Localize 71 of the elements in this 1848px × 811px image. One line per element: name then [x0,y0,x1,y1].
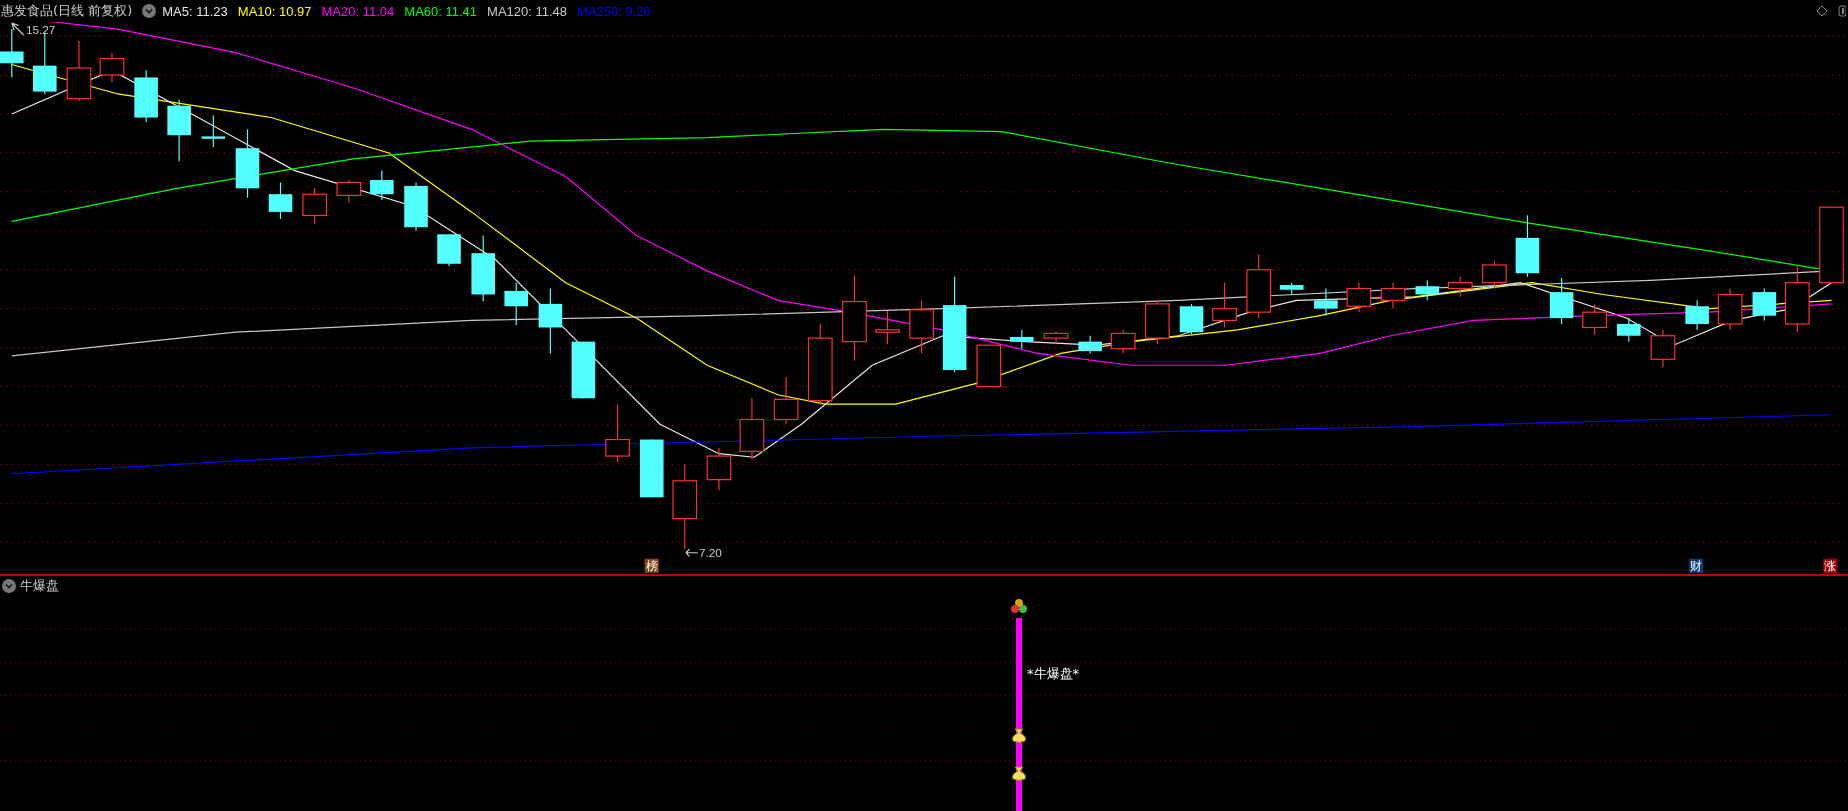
candlestick [571,341,596,399]
low-price-label: 7.20 [685,546,722,560]
event-marker[interactable]: 财 [1688,558,1704,574]
candlestick [167,99,191,162]
stock-title: 惠发食品(日线 前复权) [1,2,133,20]
collapse-icon[interactable] [2,579,16,593]
candlestick [1515,214,1540,278]
candlestick [1415,279,1440,301]
candlestick [1650,329,1676,369]
candlestick [1010,329,1034,350]
indicator-title: 牛爆盘 [20,577,59,595]
candlestick [471,234,495,303]
candlestick [538,287,563,355]
candlestick [134,69,158,123]
diamond-icon[interactable] [1816,5,1828,17]
candlestick [1212,282,1237,329]
indicator-value: MA120: 11.48 [487,3,568,19]
candlestick [1447,276,1473,298]
candlestick [302,187,328,225]
candlestick [1279,282,1304,296]
candlestick [99,52,125,83]
candlestick [1078,335,1102,355]
collapse-icon[interactable] [142,4,157,18]
candlestick [773,376,799,425]
signal-label: *牛爆盘* [1027,666,1079,681]
candlestick [33,32,57,95]
indicator-value: MA20: 11.04 [321,3,395,19]
candlestick [336,179,362,204]
candlestick [639,438,664,498]
indicator-value: MA250: 9.26 [577,3,651,19]
indicator-value: MA60: 11.41 [404,3,478,19]
candlestick [1482,260,1507,290]
candlestick [739,397,765,461]
candlestick [909,299,934,355]
candlestick [1784,264,1810,333]
event-marker[interactable]: 榜 [644,558,659,574]
candlestick [404,181,428,232]
candlestick [0,28,24,79]
candlestick [1717,287,1743,331]
candlestick [1685,299,1709,331]
candlestick [268,181,293,220]
panel-icon[interactable] [1838,5,1846,17]
high-price-label: 15.27 [11,22,56,36]
candlestick [504,282,528,326]
candlestick [1549,277,1574,325]
candlestick [1752,287,1777,321]
candlestick [370,170,394,201]
candlestick [235,128,260,199]
money-bag-icon [1012,766,1026,781]
candlestick [1145,299,1170,345]
candlestick [605,403,630,463]
event-marker[interactable]: 涨 [1823,558,1838,574]
candlestick [1246,253,1272,319]
candlestick [201,114,226,148]
candlestick [1346,282,1372,313]
candlestick [1314,287,1338,317]
candlestick [66,40,92,102]
candlestick [1617,317,1641,343]
indicator-value: MA10: 10.97 [237,3,312,19]
candlestick [1043,330,1069,343]
candlestick [1380,282,1406,310]
candlestick [875,310,900,345]
candlestick [1582,303,1607,336]
candlestick [437,233,461,267]
candlestick [706,447,732,491]
money-bag-icon [1012,728,1026,743]
candlestick [976,344,1002,388]
balls-icon [1011,599,1027,613]
candlestick [1110,329,1136,355]
candlestick [1179,303,1204,336]
indicator-value: MA5: 11.23 [162,3,228,19]
